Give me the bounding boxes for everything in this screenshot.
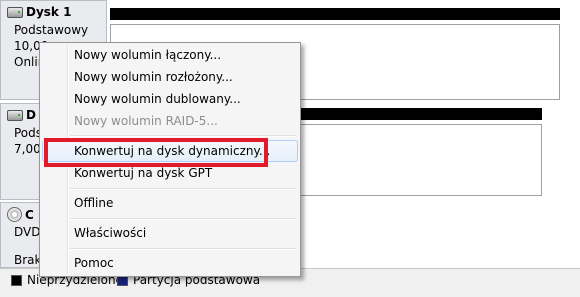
hard-disk-icon [7, 6, 23, 18]
disk-1-type: Podstawowy [14, 23, 89, 37]
menu-item-properties[interactable]: Właściwości [42, 222, 298, 244]
cd-rom-title: C [7, 207, 34, 222]
menu-separator [70, 135, 296, 137]
menu-item-new-raid5-volume: Nowy wolumin RAID-5... [74, 114, 218, 128]
menu-separator [70, 248, 296, 250]
annotation-highlight-box [44, 138, 268, 167]
menu-item-new-striped-volume[interactable]: Nowy wolumin rozłożony... [42, 66, 298, 88]
dvd-drive-icon [7, 207, 22, 222]
cd-rom-status: Brak [14, 253, 42, 267]
disk-1-unallocated-bar [110, 8, 560, 20]
disk-1-name: Dysk 1 [26, 5, 72, 19]
menu-item-new-mirrored-volume[interactable]: Nowy wolumin dublowany... [42, 88, 298, 110]
menu-item-offline[interactable]: Offline [42, 192, 298, 214]
disk-2-size: 7,00 [14, 142, 41, 156]
cd-rom-name: C [25, 207, 34, 222]
cd-rom-type: DVD [14, 225, 41, 239]
menu-item-new-spanned-volume[interactable]: Nowy wolumin łączony... [42, 44, 298, 66]
disk-1-title: Dysk 1 [7, 5, 71, 19]
legend-unallocated-swatch [11, 275, 22, 286]
disk-2-name: D [26, 108, 36, 122]
disk-2-title: D [7, 108, 36, 122]
menu-separator [70, 188, 296, 190]
menu-item-help[interactable]: Pomoc [42, 252, 298, 274]
hard-disk-icon [7, 109, 23, 121]
menu-separator [70, 218, 296, 220]
